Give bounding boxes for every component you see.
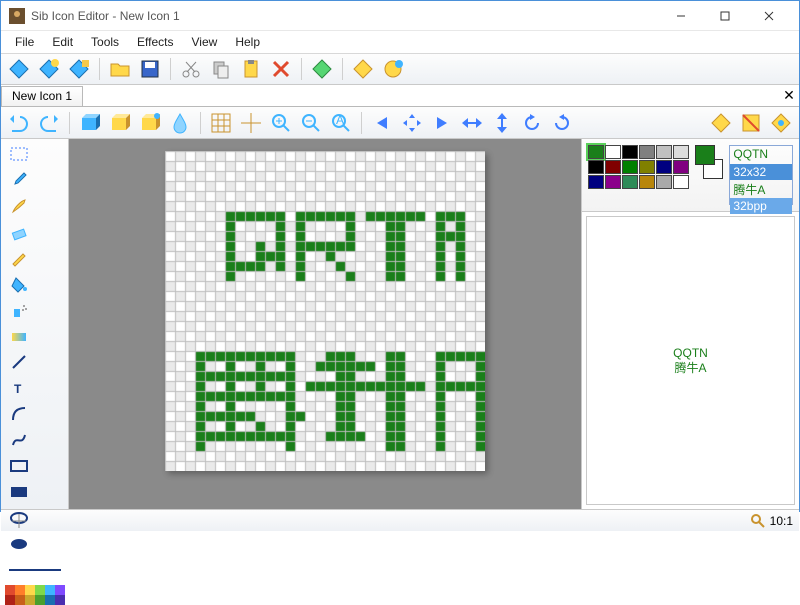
zoom-in-button[interactable] (269, 111, 293, 135)
export2-button[interactable] (381, 57, 405, 81)
delete-button[interactable] (269, 57, 293, 81)
cut-button[interactable] (179, 57, 203, 81)
canvas-zone (69, 139, 581, 509)
rect-fill-tool[interactable] (5, 481, 33, 503)
main-toolbar (1, 53, 799, 85)
import-button[interactable] (310, 57, 334, 81)
maximize-button[interactable] (703, 2, 747, 30)
status-bar: 10:1 (1, 509, 799, 531)
menu-edit[interactable]: Edit (44, 33, 81, 51)
move-left-button[interactable] (370, 111, 394, 135)
flip-v-button[interactable] (490, 111, 514, 135)
move-all-button[interactable] (400, 111, 424, 135)
eraser-tool[interactable] (5, 221, 33, 243)
gradient-tool[interactable] (5, 325, 33, 347)
menu-file[interactable]: File (7, 33, 42, 51)
tool-palette: T (1, 139, 69, 509)
tab-strip: New Icon 1 ✕ (1, 85, 799, 107)
paste-button[interactable] (239, 57, 263, 81)
grid-icon[interactable] (209, 111, 233, 135)
redo-button[interactable] (37, 111, 61, 135)
curve-tool[interactable] (5, 429, 33, 451)
text-tool[interactable]: T (5, 377, 33, 399)
zoom-level: 10:1 (770, 514, 793, 528)
cube1-icon[interactable] (78, 111, 102, 135)
tab-close-button[interactable]: ✕ (779, 86, 799, 106)
copy-button[interactable] (209, 57, 233, 81)
effects2-button[interactable] (739, 111, 763, 135)
export1-button[interactable] (351, 57, 375, 81)
cursor-pos-icon (7, 509, 31, 533)
cube3-icon[interactable] (138, 111, 162, 135)
ellipse-fill-tool[interactable] (5, 533, 33, 555)
crosshair-icon[interactable] (239, 111, 263, 135)
arc-tool[interactable] (5, 403, 33, 425)
new-icon-button[interactable] (7, 57, 31, 81)
menubar: File Edit Tools Effects View Help (1, 31, 799, 53)
color-palette[interactable] (588, 145, 689, 205)
select-tool[interactable] (5, 143, 33, 165)
minimize-button[interactable] (659, 2, 703, 30)
window-title: Sib Icon Editor - New Icon 1 (31, 9, 659, 23)
zoom-icon (746, 509, 770, 533)
spray-tool[interactable] (5, 299, 33, 321)
color-swatches[interactable] (5, 585, 65, 605)
right-panel: QQTN 32x32 腾牛A 32bpp QQTN腾牛A (581, 139, 799, 509)
save-button[interactable] (138, 57, 162, 81)
format-list[interactable]: QQTN 32x32 腾牛A 32bpp (729, 145, 793, 205)
effects1-button[interactable] (709, 111, 733, 135)
menu-effects[interactable]: Effects (129, 33, 181, 51)
icon-preview: QQTN腾牛A (586, 216, 795, 505)
fill-tool[interactable] (5, 273, 33, 295)
pencil-tool[interactable] (5, 247, 33, 269)
app-icon (9, 8, 25, 24)
fg-bg-swatch[interactable] (695, 145, 723, 179)
eyedropper-tool[interactable] (5, 169, 33, 191)
cube2-icon[interactable] (108, 111, 132, 135)
titlebar: Sib Icon Editor - New Icon 1 (1, 1, 799, 31)
new-icon3-button[interactable] (67, 57, 91, 81)
svg-text:T: T (14, 382, 22, 396)
pixel-canvas[interactable] (165, 151, 485, 471)
new-icon2-button[interactable] (37, 57, 61, 81)
rect-tool[interactable] (5, 455, 33, 477)
work-area: T QQTN 32x32 腾牛A 32bpp QQTN腾牛 (1, 139, 799, 509)
menu-tools[interactable]: Tools (83, 33, 127, 51)
canvas-frame (165, 151, 485, 471)
effects3-button[interactable] (769, 111, 793, 135)
tab-active[interactable]: New Icon 1 (1, 86, 83, 106)
menu-help[interactable]: Help (227, 33, 268, 51)
zoom-fit-button[interactable]: A (329, 111, 353, 135)
menu-view[interactable]: View (184, 33, 226, 51)
move-right-button[interactable] (430, 111, 454, 135)
undo-button[interactable] (7, 111, 31, 135)
droplet-icon[interactable] (168, 111, 192, 135)
brush-tool[interactable] (5, 195, 33, 217)
rotate-cw-button[interactable] (550, 111, 574, 135)
rotate-ccw-button[interactable] (520, 111, 544, 135)
flip-h-button[interactable] (460, 111, 484, 135)
svg-text:A: A (336, 113, 344, 127)
zoom-out-button[interactable] (299, 111, 323, 135)
open-button[interactable] (108, 57, 132, 81)
line-tool[interactable] (5, 351, 33, 373)
line-weight-tool[interactable] (5, 559, 64, 581)
edit-toolbar: A (1, 107, 799, 139)
close-button[interactable] (747, 2, 791, 30)
